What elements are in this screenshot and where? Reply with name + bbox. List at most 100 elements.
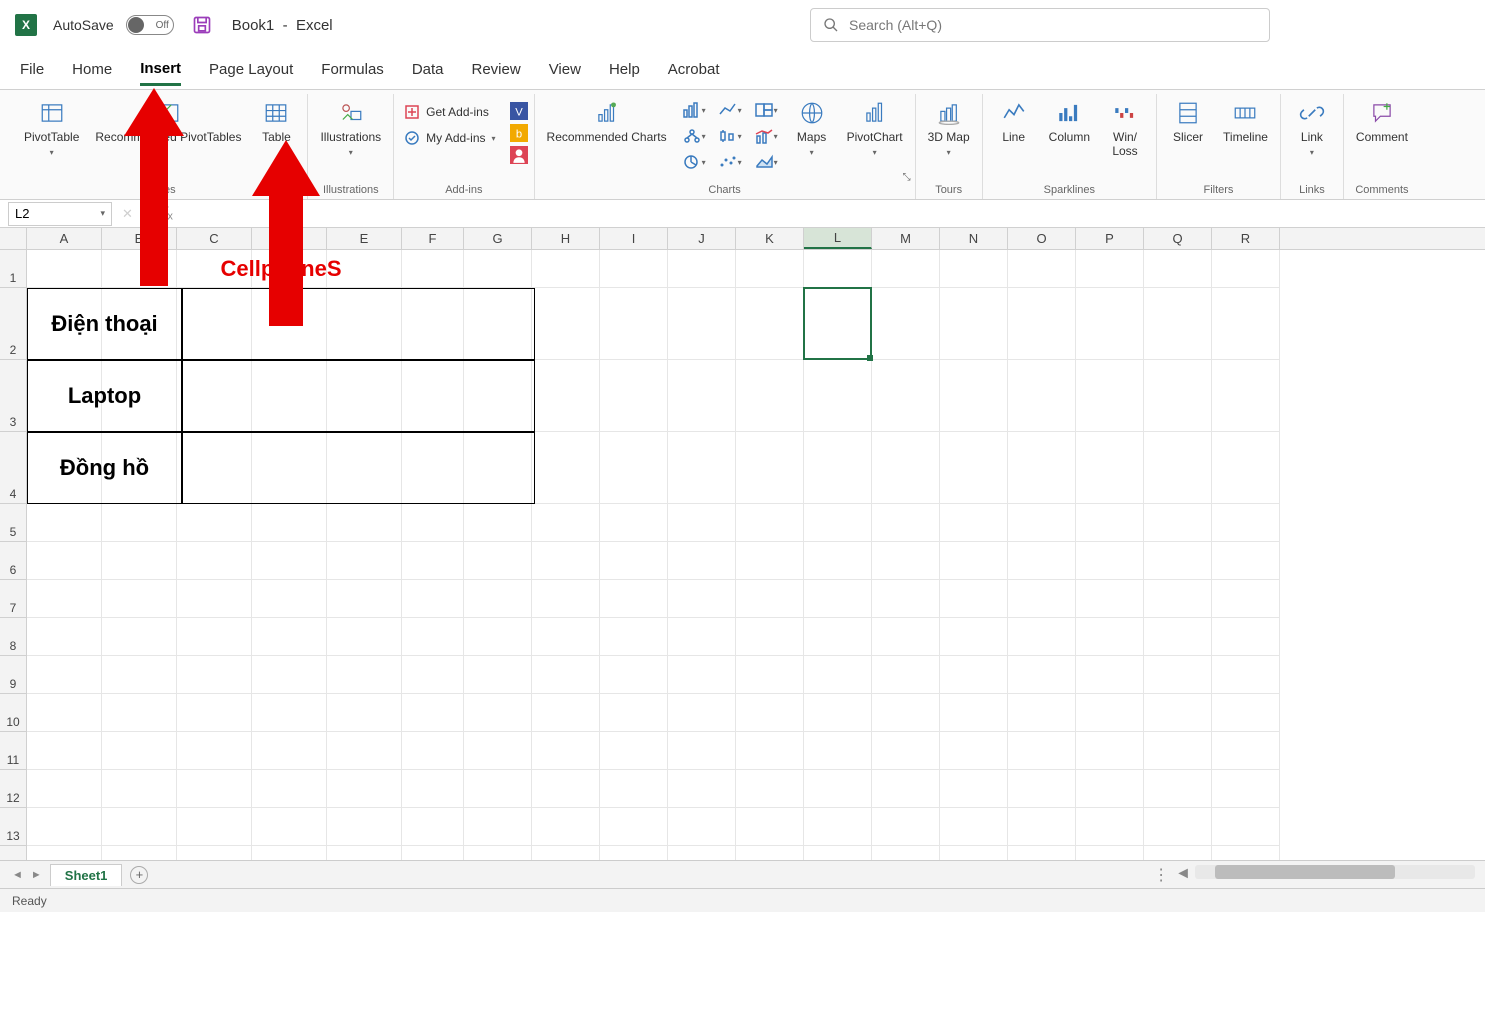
- row-header-8[interactable]: 8: [0, 618, 27, 656]
- cell-L4[interactable]: [804, 432, 872, 504]
- cell-C7[interactable]: [177, 580, 252, 618]
- cell-H1[interactable]: [532, 250, 600, 288]
- cell-Q3[interactable]: [1144, 360, 1212, 432]
- cell-G7[interactable]: [464, 580, 532, 618]
- cell-R5[interactable]: [1212, 504, 1280, 542]
- col-header-I[interactable]: I: [600, 228, 668, 249]
- sparkline-winloss-button[interactable]: Win/ Loss: [1100, 98, 1150, 161]
- row-header-2[interactable]: 2: [0, 288, 27, 360]
- cell-C12[interactable]: [177, 770, 252, 808]
- cell-E14[interactable]: [327, 846, 402, 860]
- pivot-table-button[interactable]: PivotTable▾: [18, 98, 85, 160]
- tab-view[interactable]: View: [549, 55, 581, 84]
- cell-D10[interactable]: [252, 694, 327, 732]
- cell-N5[interactable]: [940, 504, 1008, 542]
- cell-Q14[interactable]: [1144, 846, 1212, 860]
- cell-E1[interactable]: [327, 250, 402, 288]
- cell-I9[interactable]: [600, 656, 668, 694]
- cell-N14[interactable]: [940, 846, 1008, 860]
- tab-formulas[interactable]: Formulas: [321, 55, 384, 84]
- cell-N4[interactable]: [940, 432, 1008, 504]
- cell-R10[interactable]: [1212, 694, 1280, 732]
- cell-E12[interactable]: [327, 770, 402, 808]
- cell-K7[interactable]: [736, 580, 804, 618]
- table-cell-b4[interactable]: [182, 432, 535, 504]
- cell-F11[interactable]: [402, 732, 464, 770]
- tab-help[interactable]: Help: [609, 55, 640, 84]
- row-header-1[interactable]: 1: [0, 250, 27, 288]
- cell-I4[interactable]: [600, 432, 668, 504]
- table-cell-a4[interactable]: Đồng hồ: [27, 432, 182, 504]
- cell-K12[interactable]: [736, 770, 804, 808]
- cell-P5[interactable]: [1076, 504, 1144, 542]
- cell-M13[interactable]: [872, 808, 940, 846]
- pivotchart-button[interactable]: PivotChart▾: [841, 98, 909, 160]
- cell-E5[interactable]: [327, 504, 402, 542]
- cell-P1[interactable]: [1076, 250, 1144, 288]
- name-box[interactable]: L2▾: [8, 202, 112, 226]
- cell-L14[interactable]: [804, 846, 872, 860]
- illustrations-button[interactable]: Illustrations▾: [314, 98, 387, 160]
- cell-L5[interactable]: [804, 504, 872, 542]
- cell-P8[interactable]: [1076, 618, 1144, 656]
- cell-K13[interactable]: [736, 808, 804, 846]
- save-icon[interactable]: [192, 15, 212, 35]
- cell-Q1[interactable]: [1144, 250, 1212, 288]
- cell-O7[interactable]: [1008, 580, 1076, 618]
- charts-dialog-launcher[interactable]: ⤡: [903, 172, 911, 183]
- cell-J12[interactable]: [668, 770, 736, 808]
- cell-A12[interactable]: [27, 770, 102, 808]
- cell-Q11[interactable]: [1144, 732, 1212, 770]
- cell-A9[interactable]: [27, 656, 102, 694]
- row-header-10[interactable]: 10: [0, 694, 27, 732]
- cell-B11[interactable]: [102, 732, 177, 770]
- row-header-5[interactable]: 5: [0, 504, 27, 542]
- cell-D13[interactable]: [252, 808, 327, 846]
- slicer-button[interactable]: Slicer: [1163, 98, 1213, 146]
- cell-H13[interactable]: [532, 808, 600, 846]
- cell-C6[interactable]: [177, 542, 252, 580]
- cell-P6[interactable]: [1076, 542, 1144, 580]
- cell-F6[interactable]: [402, 542, 464, 580]
- cell-H3[interactable]: [532, 360, 600, 432]
- col-header-A[interactable]: A: [27, 228, 102, 249]
- cell-P9[interactable]: [1076, 656, 1144, 694]
- cell-E10[interactable]: [327, 694, 402, 732]
- sheet-tab-sheet1[interactable]: Sheet1: [50, 864, 123, 886]
- cell-C14[interactable]: [177, 846, 252, 860]
- cell-R12[interactable]: [1212, 770, 1280, 808]
- cell-J4[interactable]: [668, 432, 736, 504]
- cell-B13[interactable]: [102, 808, 177, 846]
- col-header-G[interactable]: G: [464, 228, 532, 249]
- cell-L8[interactable]: [804, 618, 872, 656]
- cell-L10[interactable]: [804, 694, 872, 732]
- cell-F9[interactable]: [402, 656, 464, 694]
- cell-R8[interactable]: [1212, 618, 1280, 656]
- cell-F10[interactable]: [402, 694, 464, 732]
- cell-B1[interactable]: [102, 250, 177, 288]
- cell-I2[interactable]: [600, 288, 668, 360]
- cell-F8[interactable]: [402, 618, 464, 656]
- cell-R14[interactable]: [1212, 846, 1280, 860]
- cell-P11[interactable]: [1076, 732, 1144, 770]
- cell-H10[interactable]: [532, 694, 600, 732]
- formula-input[interactable]: [181, 202, 1485, 226]
- cell-A7[interactable]: [27, 580, 102, 618]
- cell-L6[interactable]: [804, 542, 872, 580]
- tab-data[interactable]: Data: [412, 55, 444, 84]
- cell-N9[interactable]: [940, 656, 1008, 694]
- cell-K2[interactable]: [736, 288, 804, 360]
- cell-A11[interactable]: [27, 732, 102, 770]
- cell-O4[interactable]: [1008, 432, 1076, 504]
- col-header-O[interactable]: O: [1008, 228, 1076, 249]
- maps-button[interactable]: Maps▾: [787, 98, 837, 160]
- cell-Q6[interactable]: [1144, 542, 1212, 580]
- cell-K14[interactable]: [736, 846, 804, 860]
- cell-I6[interactable]: [600, 542, 668, 580]
- cell-K4[interactable]: [736, 432, 804, 504]
- cell-G14[interactable]: [464, 846, 532, 860]
- cell-R3[interactable]: [1212, 360, 1280, 432]
- cell-E6[interactable]: [327, 542, 402, 580]
- cell-K11[interactable]: [736, 732, 804, 770]
- cell-G10[interactable]: [464, 694, 532, 732]
